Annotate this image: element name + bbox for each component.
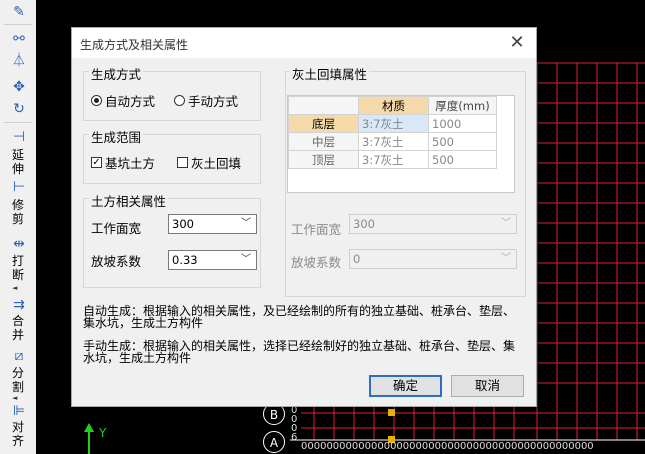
auto-mode-label: 自动方式 [105, 94, 156, 109]
toolbar-split-label[interactable]: 分割 [12, 366, 26, 394]
row-header-middle[interactable]: 中层 [288, 132, 359, 151]
dialog-title: 生成方式及相关属性 [80, 38, 189, 52]
table-row: 顶层 3:7灰土 500 [288, 150, 497, 169]
gen-range-label: 生成范围 [89, 127, 144, 146]
break-icon[interactable]: ⇹ [10, 235, 28, 253]
radio-unchecked-icon [174, 95, 185, 106]
merge-icon[interactable]: ⇉ [10, 296, 28, 314]
auto-description-line2: 集水坑，生成土方构件 [83, 316, 204, 330]
manual-mode-label: 手动方式 [188, 94, 239, 109]
generation-dialog: 生成方式及相关属性 ✕ 生成方式 自动方式 手动方式 生成范围 ✓ 基坑土方 灰… [71, 27, 537, 407]
cell-thickness[interactable]: 500 [428, 150, 497, 169]
earth-width-value: 300 [172, 217, 194, 231]
toolbar-break-label[interactable]: 打断 [12, 254, 26, 282]
offset-icon[interactable]: ⚯ [10, 30, 28, 48]
lime-slope-select: 0 ﹀ [349, 249, 517, 269]
pit-earthwork-checkbox[interactable]: ✓ 基坑土方 [91, 153, 155, 172]
extend-icon[interactable]: ⊣ [10, 128, 28, 146]
align-icon[interactable]: ⊫ [10, 402, 28, 420]
lime-width-select: 300 ﹀ [349, 214, 517, 234]
earth-slope-select[interactable]: 0.33 ﹀ [168, 250, 257, 270]
cell-material[interactable]: 3:7灰土 [358, 132, 429, 151]
earth-props-label: 土方相关属性 [89, 191, 169, 210]
y-axis-label: Y [99, 426, 107, 440]
cancel-button[interactable]: 取消 [451, 375, 524, 397]
chevron-down-icon: ﹀ [501, 253, 511, 264]
lime-slope-label: 放坡系数 [291, 255, 342, 270]
gen-mode-label: 生成方式 [89, 64, 144, 83]
trim-icon[interactable]: ⊢ [10, 178, 28, 196]
table-header-row: 材质 厚度(mm) [288, 96, 497, 115]
pit-earthwork-label: 基坑土方 [105, 156, 156, 171]
toolbar-separator [4, 122, 32, 123]
table-row: 中层 3:7灰土 500 [288, 132, 497, 151]
close-icon[interactable]: ✕ [506, 32, 528, 54]
left-toolbar: ✎ ⚯ ⏃ ✥ ↻ ⊣ 延伸 ⊢ 修剪 ⇹ 打断 ◄ ⇉ 合并 ⧄ 分割 ◄ ⊫… [0, 0, 37, 454]
auto-mode-radio[interactable]: 自动方式 [91, 91, 155, 110]
cell-thickness[interactable]: 1000 [428, 114, 497, 133]
pencil-icon[interactable]: ✎ [10, 3, 28, 21]
dialog-titlebar[interactable]: 生成方式及相关属性 ✕ [72, 28, 536, 58]
earth-slope-label: 放坡系数 [91, 254, 142, 269]
mirror-icon[interactable]: ⏃ [10, 52, 28, 70]
row-header-bottom[interactable]: 底层 [288, 114, 359, 133]
manual-mode-radio[interactable]: 手动方式 [174, 91, 238, 110]
lime-slope-value: 0 [353, 252, 361, 266]
dimension-text-bottom: 0000000000000000000000000000000000000000… [301, 441, 594, 452]
cell-material[interactable]: 3:7灰土 [358, 150, 429, 169]
earth-width-label: 工作面宽 [91, 221, 142, 236]
table-header-material[interactable]: 材质 [358, 96, 429, 115]
toolbar-align-label[interactable]: 对齐 [12, 420, 26, 448]
earth-slope-value: 0.33 [172, 253, 198, 267]
dropdown-arrow-icon[interactable]: ◄ [12, 394, 17, 402]
toolbar-trim-label[interactable]: 修剪 [12, 198, 26, 226]
checkbox-unchecked-icon [177, 157, 188, 168]
row-header-top[interactable]: 顶层 [288, 150, 359, 169]
split-icon[interactable]: ⧄ [10, 347, 28, 365]
move-icon[interactable]: ✥ [10, 78, 28, 96]
lime-width-value: 300 [353, 217, 375, 231]
table-row: 底层 3:7灰土 1000 [288, 114, 497, 133]
toolbar-separator [4, 24, 32, 25]
ok-button[interactable]: 确定 [369, 375, 442, 397]
table-header-thickness[interactable]: 厚度(mm) [428, 96, 497, 115]
dimension-text-left: 0006 [291, 405, 298, 443]
chevron-down-icon: ﹀ [241, 218, 251, 229]
axis-label-a: A [263, 431, 285, 453]
table-corner-cell [288, 96, 359, 115]
cell-material[interactable]: 3:7灰土 [358, 114, 429, 133]
chevron-down-icon: ﹀ [241, 254, 251, 265]
radio-checked-icon [91, 95, 102, 106]
cell-thickness[interactable]: 500 [428, 132, 497, 151]
lime-props-label: 灰土回填属性 [290, 64, 370, 83]
toolbar-merge-label[interactable]: 合并 [12, 314, 26, 342]
toolbar-extend-label[interactable]: 延伸 [12, 148, 26, 176]
lime-layer-table: 材质 厚度(mm) 底层 3:7灰土 1000 中层 3:7灰土 500 顶层 … [287, 95, 515, 193]
dropdown-arrow-icon[interactable]: ◄ [12, 284, 17, 292]
earth-props-group [83, 198, 261, 288]
chevron-down-icon: ﹀ [501, 218, 511, 229]
lime-backfill-checkbox[interactable]: 灰土回填 [177, 153, 241, 172]
manual-description-line2: 水坑，生成土方构件 [83, 351, 192, 365]
lime-width-label: 工作面宽 [291, 222, 342, 237]
earth-width-select[interactable]: 300 ﹀ [168, 214, 257, 234]
rotate-icon[interactable]: ↻ [10, 100, 28, 118]
lime-backfill-label: 灰土回填 [191, 156, 242, 171]
checkbox-checked-icon: ✓ [91, 157, 102, 168]
